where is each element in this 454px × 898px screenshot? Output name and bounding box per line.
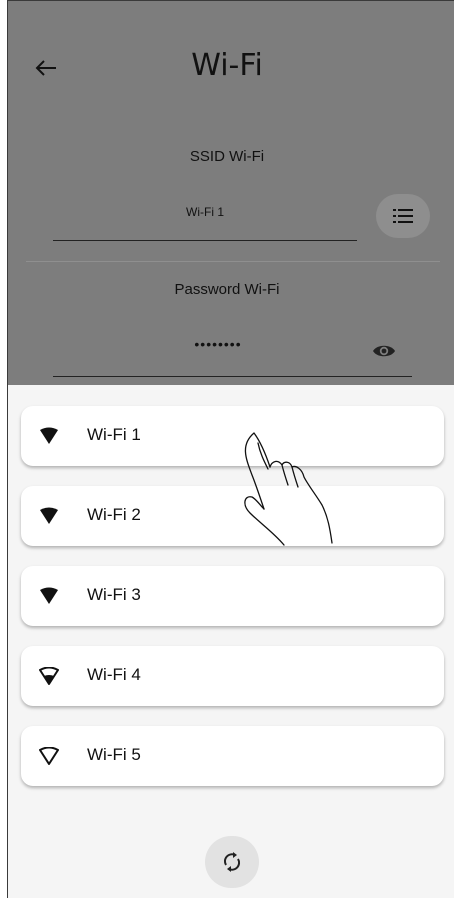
wifi-network-name: Wi-Fi 3 <box>87 585 141 604</box>
wifi-signal-icon <box>40 427 58 444</box>
wifi-signal-icon <box>40 507 58 524</box>
wifi-network-item[interactable]: Wi-Fi 1 <box>21 406 444 466</box>
ssid-label: SSID Wi-Fi <box>189 148 265 165</box>
wifi-network-item[interactable]: Wi-Fi 2 <box>21 486 444 546</box>
network-list-button[interactable] <box>376 194 430 238</box>
wifi-signal-icon <box>39 747 59 765</box>
password-input[interactable]: •••••••• <box>53 336 383 352</box>
wifi-network-name: Wi-Fi 1 <box>87 425 141 444</box>
wifi-signal-icon <box>40 587 58 604</box>
ssid-underline <box>53 240 357 241</box>
eye-icon <box>373 345 395 357</box>
wifi-network-item[interactable]: Wi-Fi 4 <box>21 646 444 706</box>
password-label: Password Wi-Fi <box>174 281 280 298</box>
form-divider <box>26 261 440 262</box>
wifi-network-item[interactable]: Wi-Fi 5 <box>21 726 444 786</box>
wifi-network-name: Wi-Fi 2 <box>87 505 141 524</box>
wifi-network-name: Wi-Fi 5 <box>87 745 141 764</box>
refresh-icon <box>223 852 241 872</box>
ssid-input[interactable]: Wi-Fi 1 <box>53 205 357 219</box>
wifi-network-item[interactable]: Wi-Fi 3 <box>21 566 444 626</box>
password-underline <box>53 376 412 377</box>
wifi-signal-icon <box>39 667 59 685</box>
page-title: Wi-Fi <box>191 48 263 83</box>
tap-gesture-hand-icon <box>244 432 333 546</box>
wifi-network-name: Wi-Fi 4 <box>87 665 141 684</box>
toggle-password-visibility-button[interactable] <box>369 340 399 362</box>
refresh-button[interactable] <box>205 836 259 888</box>
list-icon <box>393 209 413 223</box>
